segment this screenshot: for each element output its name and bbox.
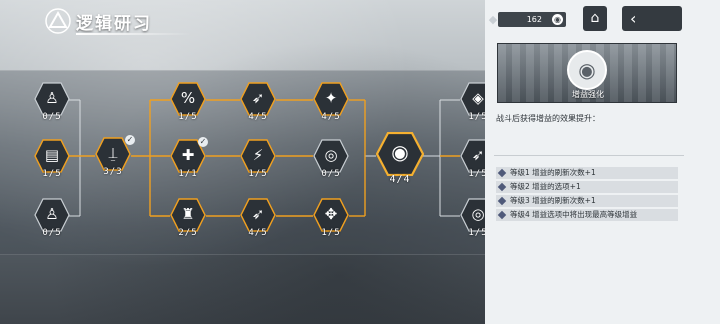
skill-node-c0-r0[interactable]: ♙ 0/5: [34, 82, 70, 122]
skill-level: 4/5: [248, 112, 268, 122]
resource-value: 162: [526, 15, 542, 24]
skill-level: 0/5: [321, 169, 341, 179]
back-button[interactable]: ‹: [622, 6, 682, 31]
effect-item: 等级3 增益的刷新次数+1: [496, 195, 678, 207]
back-icon: ‹: [630, 9, 637, 28]
effect-list: 等级1 增益的刷新次数+1 等级2 增益的选项+1 等级3 增益的刷新次数+1 …: [496, 167, 678, 223]
skill-node-c4-r1[interactable]: ◎ 0/5: [313, 139, 349, 179]
effect-text: 等级4 增益选项中将出现最高等级增益: [510, 210, 638, 219]
skill-description: 战斗后获得增益的效果提升：: [496, 114, 600, 123]
skill-node-c3-r0[interactable]: ➶ 4/5: [240, 82, 276, 122]
skill-level: 3/3: [103, 167, 123, 177]
skill-node-c2-r2[interactable]: ♜ 2/5: [170, 198, 206, 238]
skill-name: 增益强化: [572, 90, 604, 99]
bullet-diamond-icon: [497, 210, 507, 220]
rifle-icon: ➶: [251, 89, 265, 107]
chip-icon: ◆: [488, 13, 498, 26]
skill-banner: ◉ 增益强化: [497, 43, 677, 103]
skill-level: 4/5: [248, 228, 268, 238]
bullet-diamond-icon: [497, 182, 507, 192]
figure-icon: ♙: [45, 205, 59, 223]
skill-node-c3-r1[interactable]: ⚡ 1/5: [240, 139, 276, 179]
skill-level: 4/5: [321, 112, 341, 122]
percent-icon: %: [180, 89, 196, 107]
skill-node-c4-r0[interactable]: ✦ 4/5: [313, 82, 349, 122]
skill-level: 1/5: [178, 112, 198, 122]
skill-node-c5-selected[interactable]: ◉ 4/4: [376, 132, 424, 185]
coins-icon: ◉: [567, 50, 607, 90]
skill-level: 1/5: [248, 169, 268, 179]
skill-node-c4-r2[interactable]: ✥ 1/5: [313, 198, 349, 238]
skill-level: 0/5: [42, 228, 62, 238]
cards-icon: ▤: [44, 146, 60, 164]
skill-node-c0-r2[interactable]: ♙ 0/5: [34, 198, 70, 238]
skill-level: 1/1: [178, 169, 198, 179]
coins-icon: ◉: [391, 140, 409, 164]
home-button[interactable]: ⌂: [583, 6, 607, 31]
effect-text: 等级1 增益的刷新次数+1: [510, 168, 596, 177]
skill-node-c3-r2[interactable]: ➶ 4/5: [240, 198, 276, 238]
boot-icon: ♜: [181, 205, 195, 223]
rifle-icon: ➶: [251, 205, 265, 223]
skill-level: 1/5: [42, 169, 62, 179]
bullet-diamond-icon: [497, 196, 507, 206]
skill-level: 0/5: [42, 112, 62, 122]
home-icon: ⌂: [590, 10, 600, 26]
signal-tower-icon: ⍊: [108, 144, 118, 162]
compass-star-icon: ✦: [324, 89, 338, 107]
check-icon: ✓: [125, 135, 135, 145]
effect-item: 等级2 增益的选项+1: [496, 181, 678, 193]
bullet-diamond-icon: [497, 168, 507, 178]
skill-node-c2-r0[interactable]: % 1/5: [170, 82, 206, 122]
broadcast-icon: ◎: [324, 146, 338, 164]
skill-level: 4/4: [389, 174, 411, 185]
effect-text: 等级2 增益的选项+1: [510, 182, 581, 191]
effect-item: 等级1 增益的刷新次数+1: [496, 167, 678, 179]
resource-counter: ◆ 162 ◉: [489, 12, 566, 27]
heart-plus-icon: ✚: [181, 146, 195, 164]
axes-icon: ✥: [324, 205, 338, 223]
skill-node-c0-r1[interactable]: ▤ 1/5: [34, 139, 70, 179]
eye-icon[interactable]: ◉: [552, 14, 563, 25]
panel-divider: [494, 155, 684, 156]
lightning-icon: ⚡: [252, 146, 264, 164]
skill-level: 1/5: [321, 228, 341, 238]
skill-level: 2/5: [178, 228, 198, 238]
effect-item: 等级4 增益选项中将出现最高等级增益: [496, 209, 678, 221]
figure-icon: ♙: [45, 89, 59, 107]
skill-node-c1-r1[interactable]: ⍊ 3/3 ✓: [95, 135, 135, 177]
effect-text: 等级3 增益的刷新次数+1: [510, 196, 596, 205]
skill-node-c2-r1[interactable]: ✚ 1/1 ✓: [170, 137, 208, 179]
check-icon: ✓: [198, 137, 208, 147]
